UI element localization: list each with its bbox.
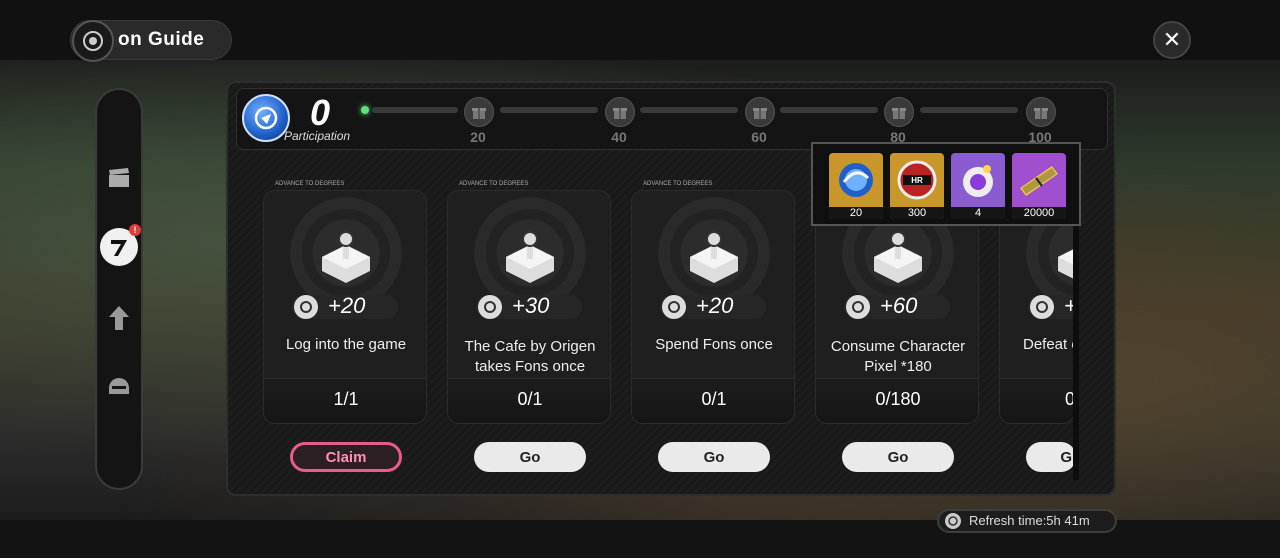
- go-button[interactable]: Go: [474, 442, 586, 472]
- refresh-timer: Refresh time:5h 41m: [937, 509, 1117, 533]
- progress-track-2: [500, 107, 598, 113]
- task-description: Log into the game: [285, 336, 407, 353]
- task-description: Defeat e: [1023, 336, 1075, 353]
- reward-item[interactable]: 20: [829, 153, 883, 219]
- go-button[interactable]: Go: [842, 442, 954, 472]
- sidebar-item-tasks[interactable]: !: [100, 224, 141, 266]
- refresh-text: Refresh time:5h 41m: [969, 513, 1090, 528]
- task-card: +20 Log into the game 1/1: [263, 190, 427, 424]
- participation-value: 0: [310, 92, 331, 133]
- gift-icon[interactable]: [464, 97, 494, 127]
- participation-label: Participation: [284, 129, 351, 143]
- claim-button[interactable]: Claim: [290, 442, 402, 472]
- milestone-label: 20: [470, 129, 486, 145]
- progress-track-3: [640, 107, 738, 113]
- points-badge: +20: [660, 293, 766, 319]
- progress-track-5: [920, 107, 1018, 113]
- go-button[interactable]: G: [1026, 442, 1076, 472]
- points-icon: [1030, 295, 1054, 319]
- reward-item[interactable]: HR 300: [890, 153, 944, 219]
- task-card: +20 Spend Fons once 0/1: [631, 190, 795, 424]
- progress-dot: [361, 106, 369, 114]
- go-button[interactable]: Go: [658, 442, 770, 472]
- helmet-icon: [109, 378, 129, 394]
- gift-icon[interactable]: [605, 97, 635, 127]
- task-description: Spend Fons once: [655, 336, 773, 353]
- joystick-icon: [682, 229, 746, 285]
- sidebar-item-helmet[interactable]: [97, 366, 141, 406]
- sidebar: !: [95, 88, 143, 490]
- points-badge: +20: [292, 293, 398, 319]
- sidebar-item-clapper[interactable]: [97, 158, 141, 198]
- milestone-label: 40: [611, 129, 627, 145]
- joystick-icon: [314, 229, 378, 285]
- points-icon: [294, 295, 318, 319]
- close-button[interactable]: ✕: [1153, 21, 1191, 59]
- reward-item[interactable]: 4: [951, 153, 1005, 219]
- joystick-icon: [1050, 229, 1074, 285]
- alert-badge: !: [129, 224, 141, 236]
- reward-quantity: 20: [829, 207, 883, 219]
- gift-icon[interactable]: [745, 97, 775, 127]
- card-tag: ADVANCE TO DEGREES: [459, 181, 529, 187]
- milestone-label: 60: [751, 129, 767, 145]
- guide-emblem-icon: [72, 20, 114, 62]
- progress-track-4: [780, 107, 878, 113]
- purple-sphere-icon: [951, 153, 1005, 207]
- points-icon: [478, 295, 502, 319]
- task-progress: 0/180: [816, 378, 978, 423]
- reward-quantity: 300: [890, 207, 944, 219]
- hunter-badge-icon: HR: [890, 153, 944, 207]
- task-description: Consume Character Pixel *180: [830, 338, 966, 375]
- reward-popup: 20 HR 300 4 20000: [811, 142, 1081, 226]
- points-value: +60: [880, 293, 918, 318]
- joystick-icon: [498, 229, 562, 285]
- ticket-icon: [1012, 153, 1066, 207]
- blue-orb-icon: [829, 153, 883, 207]
- points-icon: [662, 295, 686, 319]
- clock-icon: [945, 513, 961, 529]
- task-progress: 0: [1000, 378, 1074, 423]
- sidebar-item-arrow[interactable]: [97, 298, 141, 338]
- points-icon: [846, 295, 870, 319]
- reward-quantity: 4: [951, 207, 1005, 219]
- card-tag: ADVANCE TO DEGREES: [643, 181, 713, 187]
- card-tag: ADVANCE TO DEGREES: [275, 181, 345, 187]
- points-value: +30: [512, 293, 550, 318]
- points-value: +20: [328, 293, 366, 318]
- points-badge: +60: [844, 293, 950, 319]
- task-progress: 0/1: [632, 378, 794, 423]
- reward-item[interactable]: 20000: [1012, 153, 1066, 219]
- participation-icon: [242, 94, 290, 142]
- arrow-up-icon: [109, 306, 129, 330]
- task-description: The Cafe by Origen takes Fons once: [464, 338, 596, 375]
- clapper-icon: [109, 168, 129, 187]
- task-progress: 0/1: [448, 378, 610, 423]
- page-title: on Guide: [118, 29, 205, 50]
- joystick-icon: [866, 229, 930, 285]
- task-card: +30 The Cafe by Origen takes Fons once 0…: [447, 190, 611, 424]
- task-progress: 1/1: [264, 378, 426, 423]
- points-value: +20: [696, 293, 734, 318]
- participation-bar: [236, 88, 1108, 150]
- svg-text:HR: HR: [911, 176, 923, 185]
- tasks-icon: [111, 240, 127, 256]
- points-badge: +30: [476, 293, 582, 319]
- gift-icon[interactable]: [884, 97, 914, 127]
- progress-track-1: [372, 107, 458, 113]
- reward-quantity: 20000: [1012, 207, 1066, 219]
- points-badge: +2: [1028, 293, 1074, 319]
- gift-icon[interactable]: [1026, 97, 1056, 127]
